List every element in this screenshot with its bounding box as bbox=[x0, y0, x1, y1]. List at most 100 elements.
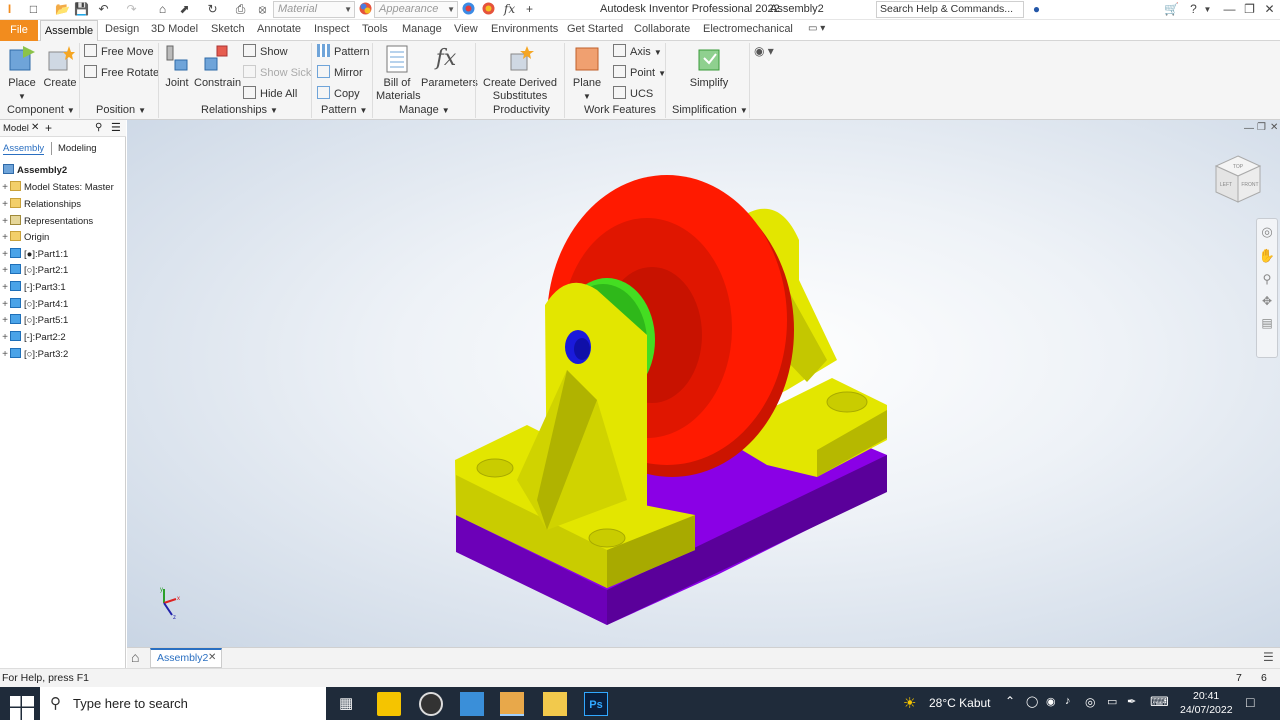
tab-assemble[interactable]: Assemble bbox=[40, 20, 98, 42]
axis-button[interactable]: Axis ▼ bbox=[613, 44, 662, 60]
tree-node-representations[interactable]: + Representations bbox=[0, 214, 93, 230]
parameters-button[interactable]: fx Parameters bbox=[421, 44, 478, 90]
free-rotate-button[interactable]: Free Rotate bbox=[84, 65, 159, 81]
browser-search-icon[interactable]: ⚲ bbox=[95, 122, 102, 133]
tab-3d-model[interactable]: 3D Model bbox=[151, 23, 198, 35]
clock-time[interactable]: 20:41 bbox=[1193, 690, 1219, 702]
tab-collaborate[interactable]: Collaborate bbox=[634, 23, 690, 35]
tree-node-part[interactable]: + [●]:Part1:1 bbox=[0, 247, 68, 263]
document-tab[interactable]: Assembly2 ✕ bbox=[150, 648, 222, 668]
photos-icon[interactable] bbox=[460, 692, 484, 716]
manage-panel-title[interactable]: Manage ▼ bbox=[399, 104, 450, 116]
tree-node-part[interactable]: + [-]:Part2:2 bbox=[0, 330, 66, 346]
place-button[interactable]: Place ▼ bbox=[5, 44, 39, 103]
tab-menu-icon[interactable]: ☰ bbox=[1263, 650, 1274, 664]
tab-manage[interactable]: Manage bbox=[402, 23, 442, 35]
stop-icon[interactable]: ⦻ bbox=[255, 2, 270, 17]
document-tab-close-icon[interactable]: ✕ bbox=[208, 652, 216, 663]
simplify-button[interactable]: Simplify bbox=[686, 44, 732, 90]
battery-icon[interactable]: ▭ bbox=[1107, 695, 1117, 708]
weather-icon[interactable]: ☀ bbox=[903, 694, 916, 712]
weather-text[interactable]: 28°C Kabut bbox=[929, 696, 991, 710]
sticky-notes-icon[interactable] bbox=[377, 692, 401, 716]
point-button[interactable]: Point ▼ bbox=[613, 65, 666, 81]
tab-tools[interactable]: Tools bbox=[362, 23, 388, 35]
productivity-panel-title[interactable]: Productivity bbox=[493, 104, 550, 116]
tree-node-model-states[interactable]: + Model States: Master bbox=[0, 180, 114, 196]
tray-chevron-icon[interactable]: ⌃ bbox=[1005, 694, 1015, 708]
tree-node-origin[interactable]: + Origin bbox=[0, 230, 49, 246]
hide-all-button[interactable]: Hide All bbox=[243, 86, 297, 102]
inventor-taskbar-icon[interactable] bbox=[500, 692, 524, 716]
browser-tab-assembly[interactable]: Assembly bbox=[3, 143, 45, 155]
notifications-icon[interactable]: □ bbox=[1246, 694, 1254, 710]
ribbon-options-icon[interactable]: ▭ ▾ bbox=[808, 23, 825, 34]
restore-icon[interactable]: ❐ bbox=[1242, 2, 1257, 17]
tab-annotate[interactable]: Annotate bbox=[257, 23, 301, 35]
clear-appearance-icon[interactable] bbox=[481, 2, 496, 17]
clock-date[interactable]: 24/07/2022 bbox=[1180, 704, 1233, 716]
cart-icon[interactable]: 🛒 bbox=[1164, 2, 1179, 17]
fx-icon[interactable]: fx bbox=[502, 2, 517, 17]
tree-node-part[interactable]: + [○]:Part3:2 bbox=[0, 347, 68, 363]
home-tab-icon[interactable]: ⌂ bbox=[131, 649, 139, 665]
user-icon[interactable]: ● bbox=[1029, 2, 1044, 17]
redo-icon[interactable]: ↷ bbox=[124, 2, 139, 17]
appearance-icon[interactable] bbox=[358, 2, 373, 17]
relationships-panel-title[interactable]: Relationships ▼ bbox=[201, 104, 278, 116]
tab-view[interactable]: View bbox=[454, 23, 478, 35]
graphics-viewport[interactable]: — ❐ ✕ TOP LEFT FRONT ◎ ✋ ⚲ ✥ ▤ y x z bbox=[127, 120, 1280, 647]
bill-of-materials-button[interactable]: Bill of Materials bbox=[376, 44, 421, 103]
copy-button[interactable]: Copy bbox=[317, 86, 360, 102]
ribbon-more-icon[interactable]: ◉ ▾ bbox=[754, 44, 774, 58]
create-derived-substitutes-button[interactable]: Create Derived Substitutes bbox=[482, 44, 558, 103]
show-sick-button[interactable]: Show Sick bbox=[243, 65, 311, 81]
browser-add-icon[interactable]: + bbox=[45, 121, 52, 135]
tree-node-part[interactable]: + [○]:Part5:1 bbox=[0, 313, 68, 329]
assembly-model[interactable] bbox=[127, 120, 1280, 647]
tree-node-part[interactable]: + [○]:Part2:1 bbox=[0, 263, 68, 279]
appearance-combo[interactable]: Appearance ▼ bbox=[374, 1, 458, 18]
browser-tab-modeling[interactable]: Modeling bbox=[58, 143, 97, 154]
tab-environments[interactable]: Environments bbox=[491, 23, 558, 35]
windows-start-icon[interactable] bbox=[10, 696, 34, 720]
task-view-icon[interactable]: ▦ bbox=[339, 694, 353, 712]
free-move-button[interactable]: Free Move bbox=[84, 44, 154, 60]
mirror-button[interactable]: Mirror bbox=[317, 65, 363, 81]
home-icon[interactable]: ⌂ bbox=[155, 2, 170, 17]
browser-close-icon[interactable]: ✕ bbox=[31, 122, 39, 133]
add-icon[interactable]: + bbox=[522, 2, 537, 17]
help-dropdown-icon[interactable]: ▼ bbox=[1200, 2, 1215, 17]
undo-icon[interactable]: ↶ bbox=[96, 2, 111, 17]
account-name-redacted[interactable] bbox=[1046, 3, 1164, 17]
constrain-button[interactable]: Constrain bbox=[194, 44, 241, 90]
tree-node-part[interactable]: + [-]:Part3:1 bbox=[0, 280, 66, 296]
keyboard-icon[interactable]: ⌨ bbox=[1150, 694, 1169, 710]
network-icon[interactable]: ◎ bbox=[1085, 695, 1095, 709]
tree-node-part[interactable]: + [○]:Part4:1 bbox=[0, 297, 68, 313]
minimize-icon[interactable]: — bbox=[1222, 2, 1237, 17]
taskbar-search-input[interactable]: ⚲ Type here to search bbox=[40, 687, 326, 720]
save-icon[interactable]: 💾 bbox=[74, 2, 89, 17]
select-icon[interactable]: ⬈ bbox=[177, 2, 192, 17]
tab-design[interactable]: Design bbox=[105, 23, 139, 35]
plane-button[interactable]: Plane ▼ bbox=[570, 44, 604, 103]
help-icon[interactable]: ? bbox=[1186, 2, 1201, 17]
tab-file[interactable]: File bbox=[0, 20, 38, 41]
file-explorer-icon[interactable] bbox=[543, 692, 567, 716]
update-icon[interactable]: ↻ bbox=[205, 2, 220, 17]
print-icon[interactable]: ⎙ bbox=[233, 2, 248, 17]
volume-icon[interactable]: ♪ bbox=[1065, 695, 1071, 707]
photoshop-icon[interactable]: Ps bbox=[584, 692, 608, 716]
work-features-panel-title[interactable]: Work Features bbox=[584, 104, 656, 116]
tab-sketch[interactable]: Sketch bbox=[211, 23, 245, 35]
show-button[interactable]: Show bbox=[243, 44, 288, 60]
browser-menu-icon[interactable]: ☰ bbox=[111, 121, 121, 134]
close-icon[interactable]: ✕ bbox=[1262, 2, 1277, 17]
joint-button[interactable]: Joint bbox=[162, 44, 192, 90]
position-panel-title[interactable]: Position ▼ bbox=[96, 104, 146, 116]
pattern-button[interactable]: Pattern bbox=[317, 44, 369, 60]
open-file-icon[interactable]: 📂 bbox=[55, 2, 70, 17]
tab-get-started[interactable]: Get Started bbox=[567, 23, 623, 35]
component-panel-title[interactable]: Component ▼ bbox=[7, 104, 75, 116]
